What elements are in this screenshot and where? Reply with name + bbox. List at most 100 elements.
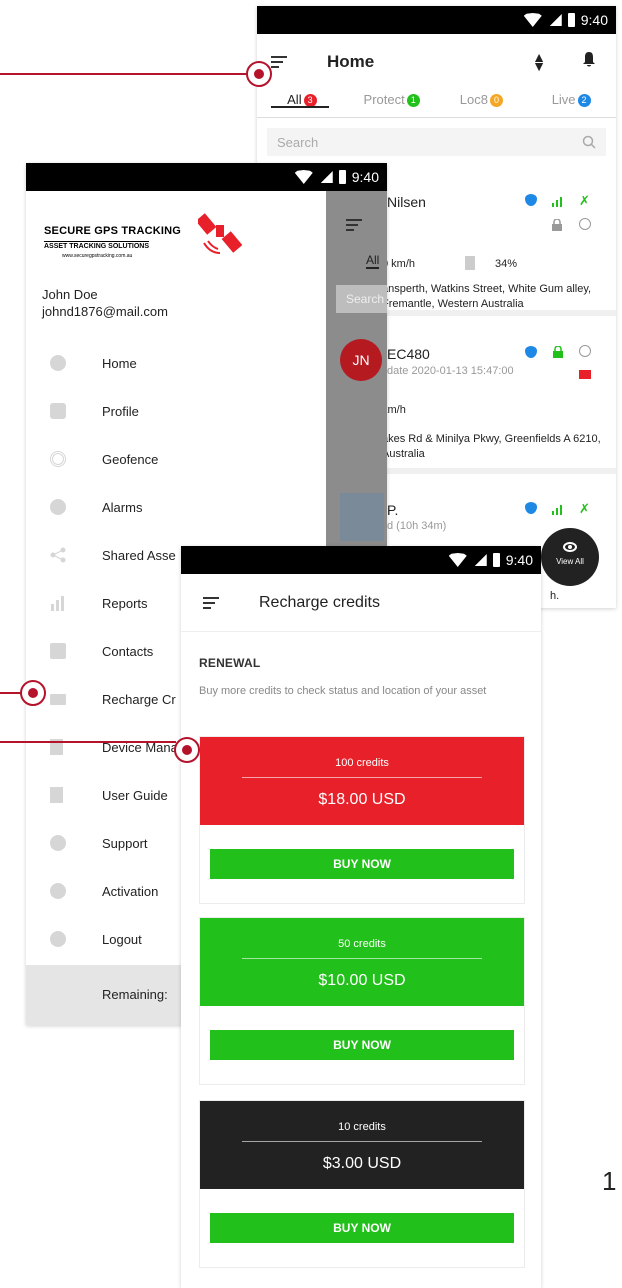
satellite-icon: ✗ bbox=[579, 501, 590, 516]
callout-marker bbox=[246, 61, 272, 87]
geofence-icon bbox=[50, 451, 66, 467]
status-bar: 9:40 bbox=[181, 546, 541, 574]
wifi-icon bbox=[522, 13, 544, 27]
credit-card-icon bbox=[579, 370, 591, 379]
section-description: Buy more credits to check status and loc… bbox=[199, 685, 487, 697]
contacts-icon bbox=[50, 643, 66, 659]
battery-icon bbox=[492, 553, 500, 567]
bar-chart-icon bbox=[50, 595, 66, 611]
background-text-fragment: h. bbox=[550, 590, 560, 602]
status-time: 9:40 bbox=[351, 169, 379, 185]
info-icon bbox=[50, 835, 66, 851]
tab-all[interactable]: All 3 bbox=[257, 90, 347, 108]
credit-package: 10 credits $3.00 USD BUY NOW bbox=[199, 1100, 525, 1268]
buy-now-button[interactable]: BUY NOW bbox=[210, 849, 514, 879]
view-all-button[interactable]: View All bbox=[541, 528, 599, 586]
section-heading: RENEWAL bbox=[199, 656, 261, 670]
page-title: Home bbox=[327, 52, 375, 71]
package-header: 50 credits $10.00 USD bbox=[200, 918, 524, 1006]
count-badge: 1 bbox=[406, 94, 420, 107]
status-time: 9:40 bbox=[505, 552, 533, 568]
count-badge: 2 bbox=[577, 94, 591, 107]
document-icon bbox=[50, 787, 63, 803]
tab-protect[interactable]: Protect 1 bbox=[347, 90, 437, 107]
credit-package: 50 credits $10.00 USD BUY NOW bbox=[199, 917, 525, 1085]
recharge-app-bar: Recharge credits bbox=[181, 574, 541, 632]
cellular-icon bbox=[549, 14, 562, 26]
wifi-icon bbox=[447, 553, 469, 567]
activation-icon bbox=[50, 883, 66, 899]
page-title: Recharge credits bbox=[259, 593, 380, 611]
filter-tabs: All 3 Protect 1 Loc8 0 Live 2 bbox=[257, 90, 616, 118]
asset-date: d (10h 34m) bbox=[387, 520, 447, 532]
avatar: JN bbox=[340, 339, 382, 381]
cellular-icon bbox=[474, 554, 487, 566]
sort-icon[interactable]: ▲ ▼ bbox=[532, 50, 546, 73]
bell-icon[interactable] bbox=[582, 52, 596, 68]
asset-name: EC480 bbox=[387, 346, 430, 362]
tab-live[interactable]: Live 2 bbox=[526, 90, 616, 107]
power-icon bbox=[50, 931, 66, 947]
home-app-bar: Home ▲ ▼ bbox=[257, 34, 616, 90]
package-price: $18.00 USD bbox=[318, 791, 406, 808]
callout-line bbox=[0, 692, 22, 694]
credit-package: 100 credits $18.00 USD BUY NOW bbox=[199, 736, 525, 904]
count-badge: 0 bbox=[489, 94, 503, 107]
alarm-icon bbox=[50, 499, 66, 515]
shield-icon bbox=[525, 346, 537, 358]
recharge-screen: 9:40 Recharge credits RENEWAL Buy more c… bbox=[181, 546, 541, 1288]
package-credits: 100 credits bbox=[335, 757, 389, 769]
menu-item-home[interactable]: Home bbox=[26, 339, 326, 387]
tab-loc8[interactable]: Loc8 0 bbox=[437, 90, 527, 107]
menu-icon[interactable] bbox=[271, 56, 289, 68]
gear-icon bbox=[50, 403, 66, 419]
signal-icon bbox=[552, 502, 564, 515]
search-placeholder: Search bbox=[277, 134, 319, 150]
signal-icon bbox=[552, 194, 564, 207]
tab-all: All bbox=[366, 253, 380, 269]
user-name: John Doe bbox=[42, 287, 98, 302]
remaining-label: Remaining: bbox=[102, 987, 168, 1002]
eye-icon bbox=[563, 542, 577, 552]
status-bar: 9:40 bbox=[257, 6, 616, 34]
company-logo: SECURE GPS TRACKING ASSET TRACKING SOLUT… bbox=[40, 211, 242, 281]
status-bar: 9:40 bbox=[26, 163, 387, 191]
package-header: 100 credits $18.00 USD bbox=[200, 737, 524, 825]
package-price: $10.00 USD bbox=[318, 972, 406, 989]
search-input[interactable]: Search bbox=[267, 128, 606, 156]
menu-item-geofence[interactable]: Geofence bbox=[26, 435, 326, 483]
search-input: Search bbox=[336, 285, 387, 313]
asset-name: P. bbox=[387, 502, 399, 518]
credit-card-icon bbox=[50, 694, 66, 705]
menu-item-profile[interactable]: Profile bbox=[26, 387, 326, 435]
lock-icon bbox=[552, 345, 564, 358]
asset-battery: 34% bbox=[495, 258, 518, 270]
asset-address: akes Rd & Minilya Pkwy, Greenfields A 62… bbox=[382, 433, 601, 460]
battery-icon bbox=[567, 13, 575, 27]
status-time: 9:40 bbox=[580, 12, 608, 28]
menu-icon bbox=[346, 219, 364, 231]
menu-icon[interactable] bbox=[203, 596, 221, 609]
target-icon[interactable] bbox=[579, 345, 591, 357]
package-credits: 50 credits bbox=[338, 938, 386, 950]
buy-now-button[interactable]: BUY NOW bbox=[210, 1030, 514, 1060]
package-credits: 10 credits bbox=[338, 1121, 386, 1133]
lock-icon bbox=[551, 218, 563, 231]
callout-marker bbox=[20, 680, 46, 706]
cellular-icon bbox=[320, 171, 333, 183]
shield-icon bbox=[525, 194, 537, 206]
battery-icon bbox=[338, 170, 346, 184]
callout-line bbox=[0, 741, 176, 743]
satellite-logo-icon bbox=[198, 213, 242, 254]
package-header: 10 credits $3.00 USD bbox=[200, 1101, 524, 1189]
menu-item-alarms[interactable]: Alarms bbox=[26, 483, 326, 531]
wifi-icon bbox=[293, 170, 315, 184]
target-icon[interactable] bbox=[579, 218, 591, 230]
search-icon bbox=[582, 135, 596, 149]
callout-marker bbox=[174, 737, 200, 763]
satellite-icon: ✗ bbox=[579, 193, 590, 208]
battery-level-icon bbox=[465, 256, 475, 270]
shield-icon bbox=[525, 502, 537, 514]
asset-address: ansperth, Watkins Street, White Gum alle… bbox=[382, 283, 592, 310]
buy-now-button[interactable]: BUY NOW bbox=[210, 1213, 514, 1243]
